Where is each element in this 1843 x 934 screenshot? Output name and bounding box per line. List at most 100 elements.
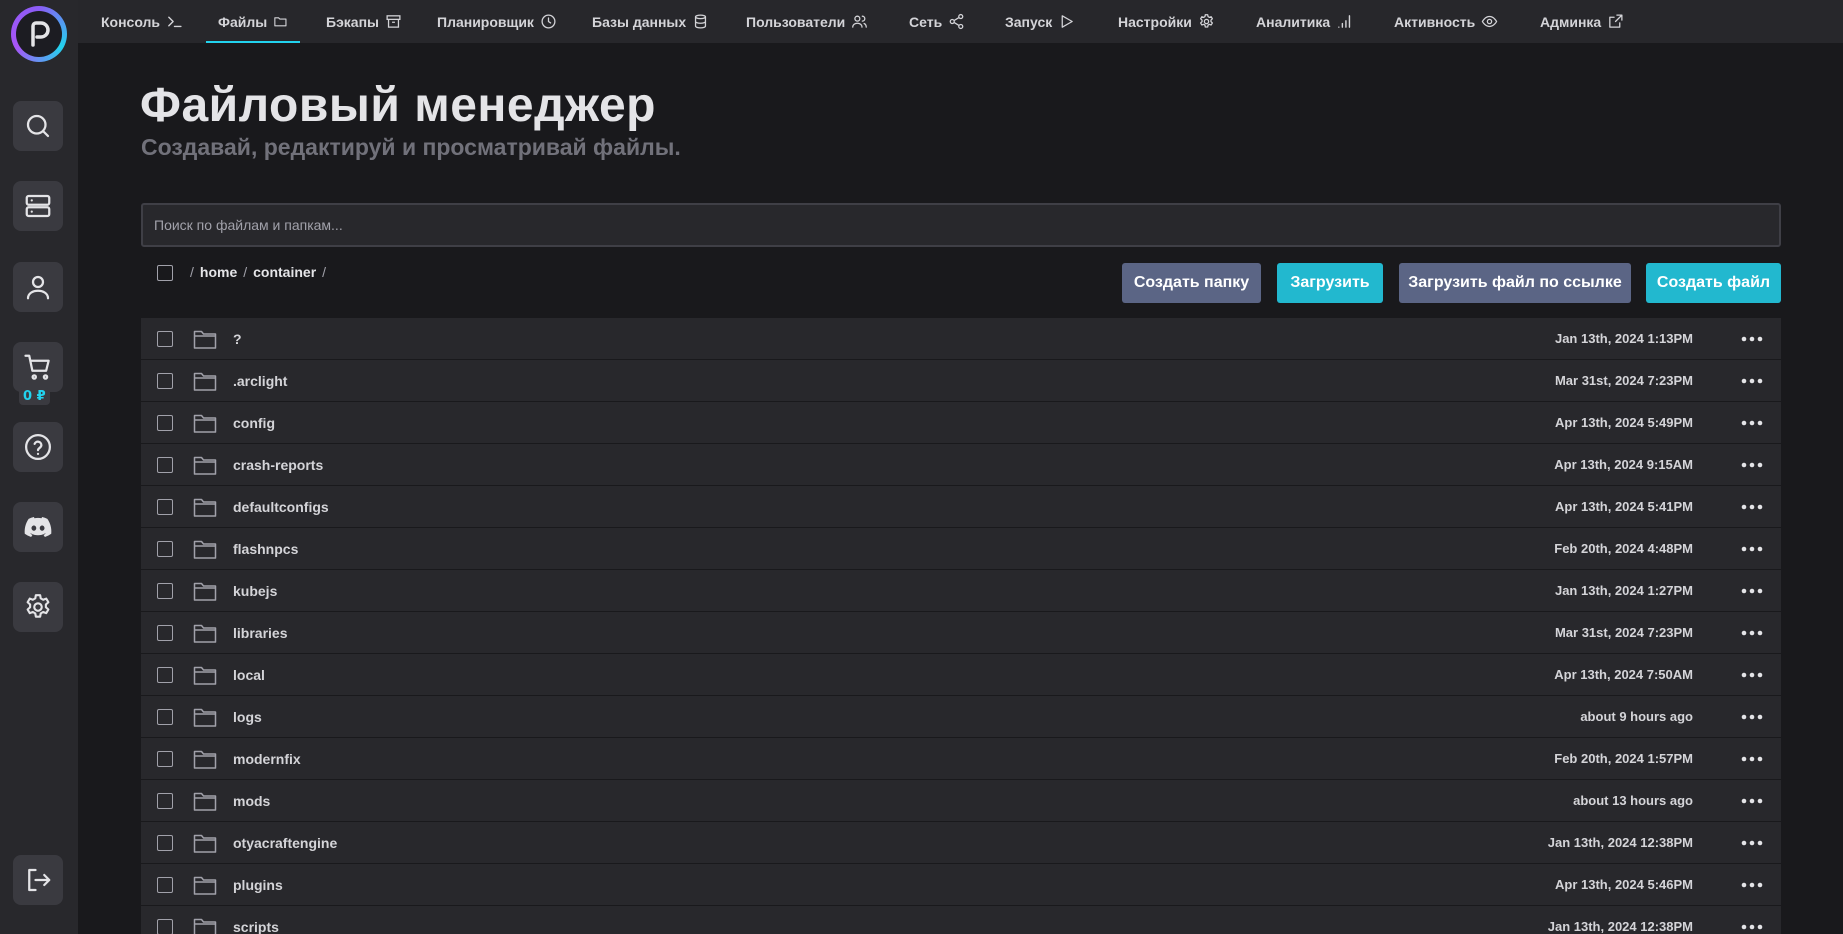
file-row[interactable]: kubejs Jan 13th, 2024 1:27PM <box>141 570 1781 611</box>
file-row[interactable]: crash-reports Apr 13th, 2024 9:15AM <box>141 444 1781 485</box>
nav-backups[interactable]: Бэкапы <box>314 0 414 43</box>
file-row[interactable]: otyacraftengine Jan 13th, 2024 12:38PM <box>141 822 1781 863</box>
logout-button[interactable] <box>13 855 63 905</box>
gear-icon <box>1199 14 1213 28</box>
file-row[interactable]: defaultconfigs Apr 13th, 2024 5:41PM <box>141 486 1781 527</box>
sidebar-cart-button[interactable] <box>13 342 63 392</box>
file-row[interactable]: flashnpcs Feb 20th, 2024 4:48PM <box>141 528 1781 569</box>
row-checkbox[interactable] <box>157 750 173 767</box>
more-options-icon[interactable] <box>1741 504 1763 510</box>
nav-scheduler[interactable]: Планировщик <box>425 0 569 43</box>
search-input[interactable] <box>141 203 1781 247</box>
nav-databases[interactable]: Базы данных <box>580 0 721 43</box>
file-row[interactable]: scripts Jan 13th, 2024 12:38PM <box>141 906 1781 934</box>
row-checkbox[interactable] <box>157 792 173 809</box>
file-name[interactable]: defaultconfigs <box>233 499 329 515</box>
folder-icon <box>193 750 217 769</box>
nav-label: Аналитика <box>1256 13 1331 30</box>
create-file-button[interactable]: Создать файл <box>1646 263 1781 303</box>
file-row[interactable]: mods about 13 hours ago <box>141 780 1781 821</box>
row-checkbox[interactable] <box>157 624 173 641</box>
nav-label: Активность <box>1394 13 1476 30</box>
folder-icon <box>193 624 217 643</box>
row-checkbox[interactable] <box>157 876 173 893</box>
more-options-icon[interactable] <box>1741 672 1763 678</box>
file-name[interactable]: local <box>233 667 265 683</box>
row-checkbox[interactable] <box>157 834 173 851</box>
row-checkbox[interactable] <box>157 330 173 347</box>
file-name[interactable]: logs <box>233 709 262 725</box>
sidebar-settings-button[interactable] <box>13 582 63 632</box>
row-checkbox[interactable] <box>157 414 173 431</box>
file-row[interactable]: logs about 9 hours ago <box>141 696 1781 737</box>
app-logo[interactable] <box>11 6 67 62</box>
upload-from-url-button[interactable]: Загрузить файл по ссылке <box>1399 263 1631 303</box>
create-folder-button[interactable]: Создать папку <box>1122 263 1261 303</box>
breadcrumb-home[interactable]: home <box>200 264 237 280</box>
more-options-icon[interactable] <box>1741 882 1763 888</box>
row-checkbox[interactable] <box>157 498 173 515</box>
file-name[interactable]: libraries <box>233 625 287 641</box>
more-options-icon[interactable] <box>1741 378 1763 384</box>
sidebar-search-button[interactable] <box>13 101 63 151</box>
file-row[interactable]: ? Jan 13th, 2024 1:13PM <box>141 318 1781 359</box>
file-name[interactable]: scripts <box>233 919 279 934</box>
file-row[interactable]: libraries Mar 31st, 2024 7:23PM <box>141 612 1781 653</box>
folder-icon <box>193 834 217 853</box>
more-options-icon[interactable] <box>1741 336 1763 342</box>
file-name[interactable]: mods <box>233 793 270 809</box>
row-checkbox[interactable] <box>157 666 173 683</box>
nav-activity[interactable]: Активность <box>1382 0 1510 43</box>
row-checkbox[interactable] <box>157 708 173 725</box>
select-all-checkbox[interactable] <box>157 265 173 281</box>
file-name[interactable]: .arclight <box>233 373 287 389</box>
more-options-icon[interactable] <box>1741 546 1763 552</box>
nav-analytics[interactable]: Аналитика <box>1244 0 1365 43</box>
more-options-icon[interactable] <box>1741 714 1763 720</box>
row-checkbox[interactable] <box>157 582 173 599</box>
file-name[interactable]: crash-reports <box>233 457 323 473</box>
nav-label: Настройки <box>1118 13 1192 30</box>
more-options-icon[interactable] <box>1741 462 1763 468</box>
nav-console[interactable]: Консоль <box>89 0 195 43</box>
sidebar-discord-button[interactable] <box>13 502 63 552</box>
file-name[interactable]: flashnpcs <box>233 541 298 557</box>
sidebar-account-button[interactable] <box>13 262 63 312</box>
cart-balance-badge: 0 ₽ <box>19 388 50 405</box>
more-options-icon[interactable] <box>1741 924 1763 930</box>
row-checkbox[interactable] <box>157 540 173 557</box>
file-name[interactable]: modernfix <box>233 751 301 767</box>
file-row[interactable]: plugins Apr 13th, 2024 5:46PM <box>141 864 1781 905</box>
sidebar-servers-button[interactable] <box>13 181 63 231</box>
upload-button[interactable]: Загрузить <box>1277 263 1383 303</box>
more-options-icon[interactable] <box>1741 420 1763 426</box>
nav-network[interactable]: Сеть <box>897 0 977 43</box>
more-options-icon[interactable] <box>1741 588 1763 594</box>
logo-icon <box>16 11 62 57</box>
file-name[interactable]: plugins <box>233 877 283 893</box>
sidebar-help-button[interactable] <box>13 422 63 472</box>
more-options-icon[interactable] <box>1741 840 1763 846</box>
file-row[interactable]: modernfix Feb 20th, 2024 1:57PM <box>141 738 1781 779</box>
row-checkbox[interactable] <box>157 372 173 389</box>
nav-settings[interactable]: Настройки <box>1106 0 1227 43</box>
more-options-icon[interactable] <box>1741 756 1763 762</box>
more-options-icon[interactable] <box>1741 798 1763 804</box>
file-row[interactable]: .arclight Mar 31st, 2024 7:23PM <box>141 360 1781 401</box>
row-checkbox[interactable] <box>157 456 173 473</box>
file-row[interactable]: local Apr 13th, 2024 7:50AM <box>141 654 1781 695</box>
more-options-icon[interactable] <box>1741 630 1763 636</box>
file-name[interactable]: otyacraftengine <box>233 835 337 851</box>
nav-users[interactable]: Пользователи <box>734 0 880 43</box>
file-name[interactable]: kubejs <box>233 583 277 599</box>
breadcrumb-container[interactable]: container <box>253 264 316 280</box>
nav-admin[interactable]: Админка <box>1528 0 1636 43</box>
file-row[interactable]: config Apr 13th, 2024 5:49PM <box>141 402 1781 443</box>
nav-launch[interactable]: Запуск <box>993 0 1087 43</box>
nav-label: Админка <box>1540 13 1602 30</box>
file-modified-date: Mar 31st, 2024 7:23PM <box>1554 625 1693 640</box>
row-checkbox[interactable] <box>157 918 173 934</box>
file-name[interactable]: config <box>233 415 275 431</box>
file-name[interactable]: ? <box>233 331 242 347</box>
nav-files[interactable]: Файлы <box>206 0 300 43</box>
